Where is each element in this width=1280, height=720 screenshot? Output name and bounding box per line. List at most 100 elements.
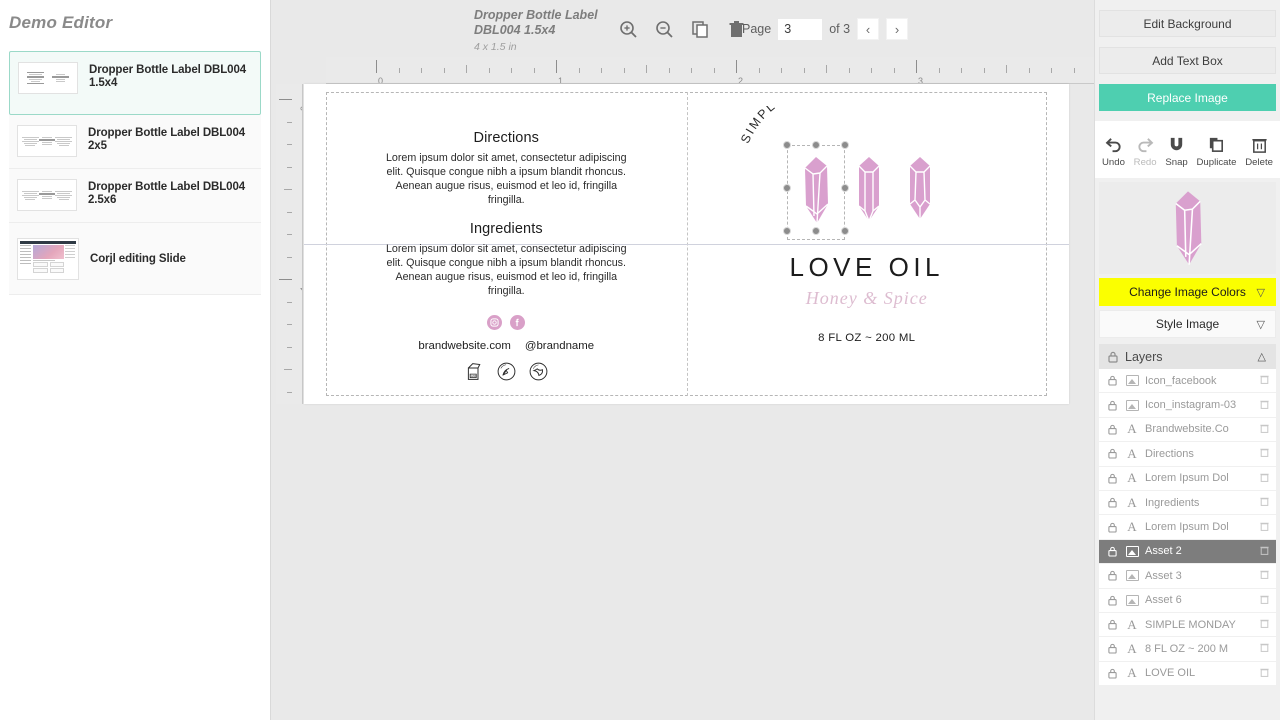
layer-delete-icon[interactable] [1259,422,1270,437]
crystal-asset-3[interactable] [854,154,884,229]
edit-background-button[interactable]: Edit Background [1099,10,1276,37]
layer-delete-icon[interactable] [1259,544,1270,559]
delete-button[interactable]: Delete [1245,135,1273,168]
page-list-item-2[interactable]: Dropper Bottle Label DBL004 2x5 [9,115,261,169]
layer-delete-icon[interactable] [1259,568,1270,583]
layer-lock-icon[interactable] [1105,400,1119,411]
layer-row[interactable]: Asset 3 [1099,564,1276,589]
layer-lock-icon[interactable] [1105,570,1119,581]
resize-handle-sw[interactable] [782,227,791,235]
layer-delete-icon[interactable] [1259,520,1270,535]
zoom-out-icon[interactable] [651,16,677,42]
zoom-in-icon[interactable] [615,16,641,42]
page-list-item-3[interactable]: Dropper Bottle Label DBL004 2.5x6 [9,169,261,223]
page-navigation: Page of 3 ‹ › [742,18,909,40]
product-name[interactable]: LOVE OIL [687,252,1048,283]
layer-lock-icon[interactable] [1105,522,1119,533]
layer-lock-icon[interactable] [1105,448,1119,459]
layer-row[interactable]: Icon_instagram-03 [1099,393,1276,418]
layer-lock-icon[interactable] [1105,375,1119,386]
ruler-tick [983,68,985,73]
resize-handle-e[interactable] [840,184,849,192]
layer-lock-icon[interactable] [1105,473,1119,484]
duplicate-button[interactable]: Duplicate [1196,135,1236,168]
layer-row[interactable]: Asset 6 [1099,588,1276,613]
pao-12m-icon: 12M [467,363,481,380]
resize-handle-nw[interactable] [782,141,791,149]
resize-handle-se[interactable] [840,227,849,235]
ruler-tick [287,234,292,235]
copy-page-icon[interactable] [687,16,713,42]
directions-body[interactable]: Lorem ipsum dolor sit amet, consectetur … [384,151,629,208]
layers-header[interactable]: Layers △ [1099,344,1276,369]
layer-delete-icon[interactable] [1259,495,1270,510]
editor-app: Demo Editor Dropper Bottle Label DBL004 … [0,0,1280,720]
canvas-page[interactable]: Directions Lorem ipsum dolor sit amet, c… [304,84,1069,404]
layer-lock-icon[interactable] [1105,424,1119,435]
resize-handle-n[interactable] [811,141,820,149]
layer-row[interactable]: Asset 2 [1099,539,1276,565]
snap-button[interactable]: Snap [1165,135,1188,168]
layer-lock-icon[interactable] [1105,643,1119,655]
crystal-asset-2[interactable] [782,141,849,240]
layer-lock-icon[interactable] [1105,497,1119,508]
layer-row[interactable]: A Lorem Ipsum Dol [1099,466,1276,491]
layer-row[interactable]: A SIMPLE MONDAY [1099,612,1276,638]
layer-row[interactable]: A Lorem Ipsum Dol [1099,515,1276,540]
layer-delete-icon[interactable] [1259,641,1270,656]
page-list-item-1[interactable]: Dropper Bottle Label DBL004 1.5x4 [9,51,261,115]
layer-row[interactable]: A Directions [1099,442,1276,467]
crystal-graphics [687,141,1048,240]
layer-row[interactable]: A 8 FL OZ ~ 200 M [1099,637,1276,662]
layer-delete-icon[interactable] [1259,593,1270,608]
page-list-item-4[interactable]: Corjl editing Slide [9,223,261,295]
brand-website[interactable]: brandwebsite.com [418,340,510,352]
change-image-colors-accordion[interactable]: Change Image Colors ▽ [1099,278,1276,306]
social-icons [354,315,659,330]
layer-name: Icon_instagram-03 [1145,399,1237,412]
previous-page-button[interactable]: ‹ [857,18,880,40]
layer-lock-icon[interactable] [1105,619,1119,630]
magnet-icon [1170,137,1183,151]
product-volume[interactable]: 8 FL OZ ~ 200 ML [687,332,1048,344]
layer-lock-icon[interactable] [1105,668,1119,679]
layer-row[interactable]: A Brandwebsite.Co [1099,417,1276,443]
style-image-accordion[interactable]: Style Image ▽ [1099,310,1276,338]
undo-button[interactable]: Undo [1102,135,1125,168]
product-tagline[interactable]: Honey & Spice [687,288,1048,309]
layer-delete-icon[interactable] [1259,666,1270,681]
instagram-icon[interactable] [487,315,503,330]
next-page-button[interactable]: › [886,18,909,40]
layer-delete-icon[interactable] [1259,373,1270,388]
redo-button[interactable]: Redo [1134,135,1157,168]
replace-image-button[interactable]: Replace Image [1099,84,1276,111]
ingredients-body[interactable]: Lorem ipsum dolor sit amet, consectetur … [384,242,629,299]
layer-row[interactable]: A LOVE OIL [1099,661,1276,687]
layer-row[interactable]: A Ingredients [1099,490,1276,516]
directions-heading[interactable]: Directions [354,130,659,146]
resize-handle-w[interactable] [782,184,791,192]
ruler-tick [443,68,445,73]
vegan-icon [529,362,548,381]
add-text-box-button[interactable]: Add Text Box [1099,47,1276,74]
layer-delete-icon[interactable] [1259,446,1270,461]
layer-text-icon: A [1127,519,1137,535]
resize-handle-ne[interactable] [840,141,849,149]
layer-text-icon: A [1127,445,1137,461]
resize-handle-s[interactable] [811,227,820,235]
layer-name: Asset 2 [1145,545,1182,558]
ruler-tick [803,68,805,73]
layer-row[interactable]: Icon_facebook [1099,369,1276,394]
layer-lock-icon[interactable] [1105,595,1119,606]
brand-handle[interactable]: @brandname [525,340,594,352]
facebook-icon[interactable] [510,315,526,330]
crystal-asset-6[interactable] [906,154,934,227]
ingredients-heading[interactable]: Ingredients [354,221,659,237]
layer-lock-icon[interactable] [1105,546,1119,557]
layer-delete-icon[interactable] [1259,471,1270,486]
layer-delete-icon[interactable] [1259,398,1270,413]
ruler-label: 0 [299,106,302,111]
layer-delete-icon[interactable] [1259,617,1270,632]
page-number-input[interactable] [778,18,823,40]
layer-name: Asset 6 [1145,594,1182,607]
